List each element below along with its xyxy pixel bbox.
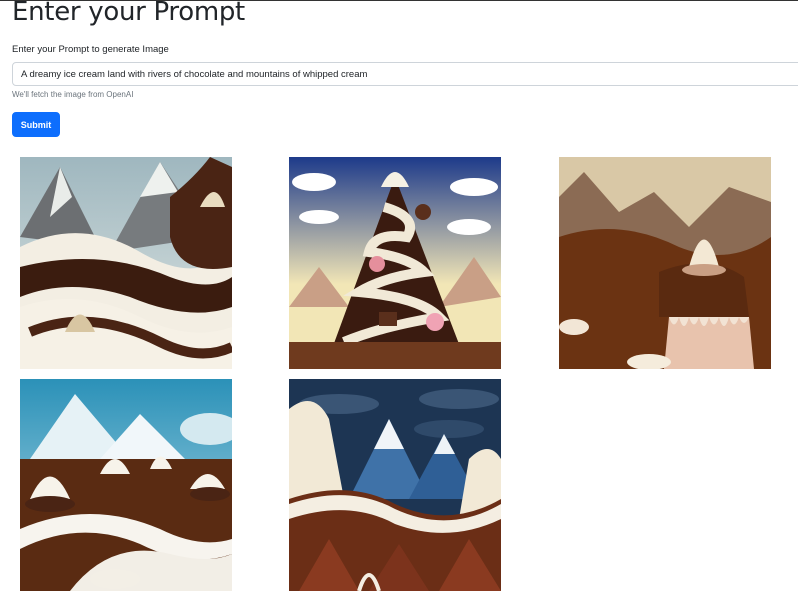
page-title: Enter your Prompt	[12, 0, 245, 27]
generated-image-5	[289, 379, 501, 591]
prompt-label: Enter your Prompt to generate Image	[12, 44, 169, 55]
generated-image-1	[20, 157, 232, 369]
generated-image-5-art	[289, 379, 501, 591]
submit-button[interactable]: Submit	[12, 112, 60, 137]
generated-image-2	[289, 157, 501, 369]
help-text: We'll fetch the image from OpenAI	[12, 90, 134, 99]
prompt-input[interactable]	[12, 62, 798, 86]
generated-image-4	[20, 379, 232, 591]
generated-image-2-art	[289, 157, 501, 369]
generated-image-1-art	[20, 157, 232, 369]
generated-image-3	[559, 157, 771, 369]
generated-image-4-art	[20, 379, 232, 591]
generated-image-3-art	[559, 157, 771, 369]
